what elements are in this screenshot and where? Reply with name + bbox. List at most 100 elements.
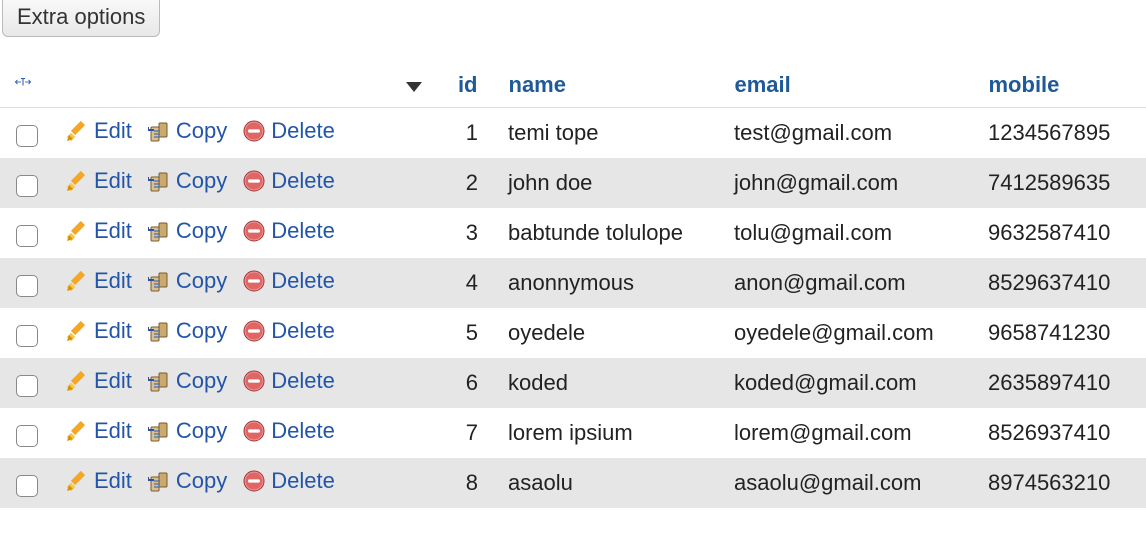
cell-id: 6 [440, 358, 496, 408]
delete-icon [243, 120, 265, 142]
delete-link[interactable]: Delete [243, 218, 335, 244]
copy-link[interactable]: Copy [148, 418, 227, 444]
table-row: EditCopyDelete2john doejohn@gmail.com741… [0, 158, 1146, 208]
copy-link[interactable]: Copy [148, 218, 227, 244]
copy-icon [148, 370, 170, 392]
cell-name: anonnymous [496, 258, 722, 308]
copy-icon [148, 120, 170, 142]
delete-link[interactable]: Delete [243, 318, 335, 344]
cell-email: tolu@gmail.com [722, 208, 976, 258]
copy-label: Copy [176, 268, 227, 294]
delete-link[interactable]: Delete [243, 268, 335, 294]
delete-link[interactable]: Delete [243, 468, 335, 494]
row-checkbox[interactable] [16, 125, 38, 147]
table-row: EditCopyDelete8asaoluasaolu@gmail.com897… [0, 458, 1146, 508]
edit-icon [66, 420, 88, 442]
delete-label: Delete [271, 468, 335, 494]
edit-link[interactable]: Edit [66, 468, 132, 494]
delete-icon [243, 220, 265, 242]
edit-link[interactable]: Edit [66, 368, 132, 394]
column-header-mobile[interactable]: mobile [989, 72, 1060, 97]
edit-link[interactable]: Edit [66, 268, 132, 294]
row-actions-cell: Edit Copy Delete [0, 458, 440, 508]
table-row: EditCopyDelete3babtunde tolulopetolu@gma… [0, 208, 1146, 258]
row-checkbox[interactable] [16, 275, 38, 297]
edit-icon [66, 470, 88, 492]
table-row: EditCopyDelete4anonnymousanon@gmail.com8… [0, 258, 1146, 308]
selector-arrows-icon[interactable] [12, 71, 34, 93]
edit-link[interactable]: Edit [66, 318, 132, 344]
copy-label: Copy [176, 318, 227, 344]
cell-name: oyedele [496, 308, 722, 358]
column-header-actions [0, 63, 440, 108]
copy-link[interactable]: Copy [148, 118, 227, 144]
delete-label: Delete [271, 318, 335, 344]
delete-label: Delete [271, 168, 335, 194]
edit-link[interactable]: Edit [66, 118, 132, 144]
delete-icon [243, 270, 265, 292]
cell-name: temi tope [496, 108, 722, 159]
delete-icon [243, 370, 265, 392]
edit-label: Edit [94, 318, 132, 344]
copy-label: Copy [176, 468, 227, 494]
row-checkbox[interactable] [16, 475, 38, 497]
copy-link[interactable]: Copy [148, 468, 227, 494]
cell-mobile: 9658741230 [976, 308, 1146, 358]
delete-link[interactable]: Delete [243, 118, 335, 144]
row-checkbox[interactable] [16, 175, 38, 197]
delete-icon [243, 320, 265, 342]
cell-email: asaolu@gmail.com [722, 458, 976, 508]
row-actions-cell: Edit Copy Delete [0, 408, 440, 458]
results-table: id name email mobile EditCopyDelete1temi… [0, 63, 1146, 508]
edit-link[interactable]: Edit [66, 218, 132, 244]
cell-mobile: 8974563210 [976, 458, 1146, 508]
edit-icon [66, 320, 88, 342]
column-header-name[interactable]: name [509, 72, 566, 97]
copy-label: Copy [176, 218, 227, 244]
row-checkbox[interactable] [16, 325, 38, 347]
cell-id: 2 [440, 158, 496, 208]
table-row: EditCopyDelete5oyedeleoyedele@gmail.com9… [0, 308, 1146, 358]
edit-icon [66, 270, 88, 292]
table-row: EditCopyDelete1temi topetest@gmail.com12… [0, 108, 1146, 159]
cell-mobile: 2635897410 [976, 358, 1146, 408]
row-checkbox[interactable] [16, 375, 38, 397]
edit-label: Edit [94, 268, 132, 294]
cell-mobile: 8526937410 [976, 408, 1146, 458]
row-actions-cell: Edit Copy Delete [0, 258, 440, 308]
copy-link[interactable]: Copy [148, 368, 227, 394]
edit-label: Edit [94, 418, 132, 444]
edit-label: Edit [94, 368, 132, 394]
copy-link[interactable]: Copy [148, 168, 227, 194]
copy-icon [148, 270, 170, 292]
edit-icon [66, 220, 88, 242]
row-actions-cell: Edit Copy Delete [0, 358, 440, 408]
edit-link[interactable]: Edit [66, 418, 132, 444]
sort-dropdown-icon[interactable] [406, 72, 422, 98]
row-actions-cell: Edit Copy Delete [0, 108, 440, 159]
extra-options-button[interactable]: Extra options [2, 0, 160, 37]
copy-link[interactable]: Copy [148, 318, 227, 344]
copy-icon [148, 220, 170, 242]
column-header-email[interactable]: email [735, 72, 791, 97]
copy-label: Copy [176, 418, 227, 444]
delete-link[interactable]: Delete [243, 168, 335, 194]
edit-label: Edit [94, 118, 132, 144]
table-row: EditCopyDelete7lorem ipsiumlorem@gmail.c… [0, 408, 1146, 458]
copy-link[interactable]: Copy [148, 268, 227, 294]
delete-link[interactable]: Delete [243, 418, 335, 444]
copy-icon [148, 420, 170, 442]
delete-label: Delete [271, 218, 335, 244]
copy-icon [148, 170, 170, 192]
row-checkbox[interactable] [16, 225, 38, 247]
row-checkbox[interactable] [16, 425, 38, 447]
copy-label: Copy [176, 168, 227, 194]
row-actions-cell: Edit Copy Delete [0, 158, 440, 208]
delete-link[interactable]: Delete [243, 368, 335, 394]
cell-name: lorem ipsium [496, 408, 722, 458]
edit-icon [66, 120, 88, 142]
edit-link[interactable]: Edit [66, 168, 132, 194]
cell-name: babtunde tolulope [496, 208, 722, 258]
table-row: EditCopyDelete6kodedkoded@gmail.com26358… [0, 358, 1146, 408]
column-header-id[interactable]: id [458, 72, 478, 97]
